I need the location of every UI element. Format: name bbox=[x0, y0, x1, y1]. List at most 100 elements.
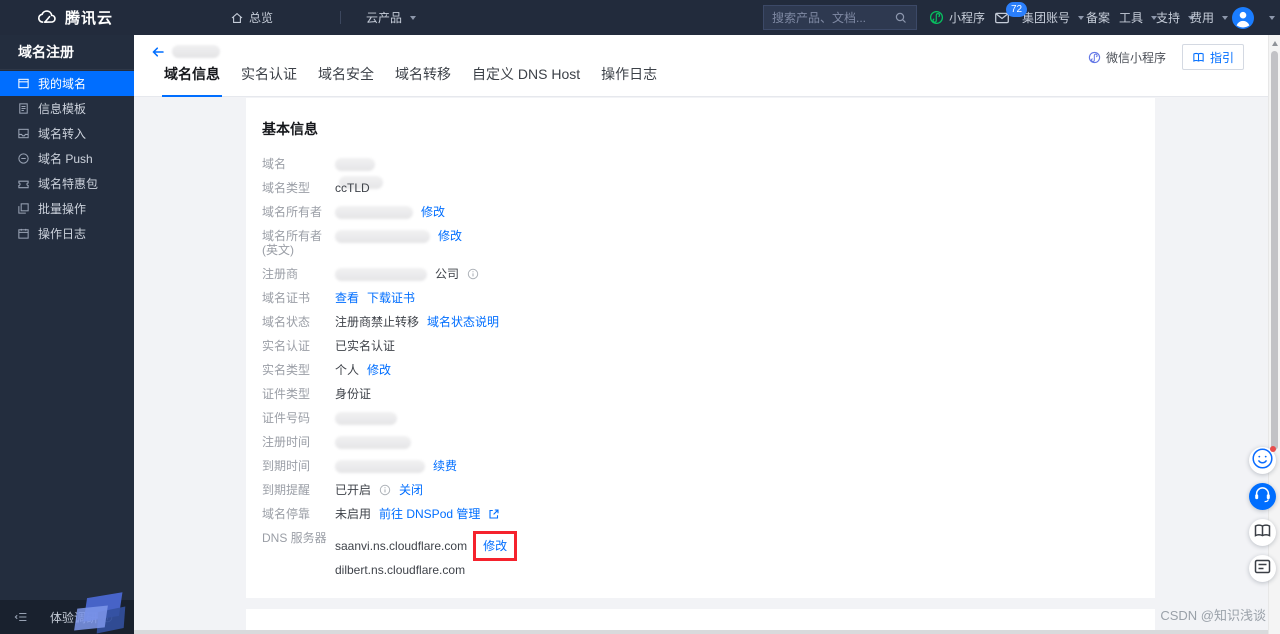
scroll-up-icon[interactable] bbox=[1271, 41, 1278, 46]
collapse-sidebar-icon[interactable] bbox=[14, 610, 28, 624]
action-link[interactable]: 修改 bbox=[483, 539, 507, 553]
sidebar-item-label: 域名 Push bbox=[38, 152, 93, 166]
action-link[interactable]: 下载证书 bbox=[367, 291, 415, 305]
row-label: 到期时间 bbox=[262, 459, 311, 473]
back-button[interactable] bbox=[150, 44, 166, 60]
csdn-watermark: CSDN @知识浅谈 bbox=[1160, 608, 1266, 623]
nav-overview[interactable]: 总览 bbox=[230, 0, 273, 35]
action-link[interactable]: 前往 DNSPod 管理 bbox=[379, 507, 480, 521]
nav-beian[interactable]: 备案 bbox=[1086, 0, 1110, 35]
row-value: 公司 bbox=[335, 267, 479, 281]
scroll-content: 基本信息 域名 域名类型 ccTLD 域名所有者 修改 域名所有者(英文) 修改 注册商 公司域… bbox=[134, 96, 1268, 634]
nav-tools[interactable]: 工具 bbox=[1119, 0, 1158, 35]
tab-0[interactable]: 域名信息 bbox=[162, 64, 222, 97]
redacted-value bbox=[335, 229, 430, 243]
docs-book-button[interactable] bbox=[1249, 519, 1276, 546]
tab-5[interactable]: 操作日志 bbox=[599, 64, 659, 97]
row-label: 注册时间 bbox=[262, 435, 311, 449]
page-header: 微信小程序 指引 域名信息 实名认证 域名安全 域名转移 自定义 DNS Host 操作日… bbox=[134, 35, 1280, 97]
action-link[interactable]: 修改 bbox=[421, 205, 445, 219]
wechat-mini-program-link[interactable]: 微信小程序 bbox=[1088, 49, 1166, 66]
guide-button[interactable]: 指引 bbox=[1181, 44, 1244, 70]
tab-4[interactable]: 自定义 DNS Host bbox=[470, 64, 582, 97]
tab-2[interactable]: 域名安全 bbox=[316, 64, 376, 97]
basic-info-card: 基本信息 域名 域名类型 ccTLD 域名所有者 修改 域名所有者(英文) 修改 注册商 公司域… bbox=[246, 98, 1155, 598]
row-value: 查看 下载证书 bbox=[335, 291, 415, 305]
nav-billing[interactable]: 费用 bbox=[1190, 0, 1229, 35]
sidebar-item-5[interactable]: 批量操作 bbox=[0, 196, 134, 221]
headset-icon bbox=[1249, 481, 1276, 513]
sidebar-item-1[interactable]: 信息模板 bbox=[0, 96, 134, 121]
book-icon bbox=[1249, 517, 1276, 549]
info-row: 到期提醒 已开启 关闭 bbox=[262, 478, 1131, 502]
transfer-in-icon bbox=[17, 127, 30, 140]
package-icon bbox=[17, 177, 30, 190]
sidebar-item-2[interactable]: 域名转入 bbox=[0, 121, 134, 146]
row-value bbox=[335, 157, 375, 171]
info-icon[interactable] bbox=[379, 484, 391, 496]
action-link[interactable]: 修改 bbox=[367, 363, 391, 377]
action-link[interactable]: 域名状态说明 bbox=[427, 315, 499, 329]
row-label: 域名证书 bbox=[262, 291, 311, 305]
chevron-down-icon bbox=[1269, 15, 1275, 20]
scrollbar-thumb[interactable] bbox=[1271, 51, 1278, 450]
action-link[interactable]: 关闭 bbox=[399, 483, 423, 497]
chevron-down-icon bbox=[1222, 15, 1229, 20]
customer-service-button[interactable] bbox=[1249, 483, 1276, 510]
sidebar-item-4[interactable]: 域名特惠包 bbox=[0, 171, 134, 196]
action-link[interactable]: 续费 bbox=[433, 459, 457, 473]
row-label: DNS 服务器 bbox=[262, 531, 327, 545]
survey-entry[interactable]: 体验调研 bbox=[50, 609, 98, 626]
guide-book-icon bbox=[1192, 51, 1205, 64]
list-icon bbox=[1249, 553, 1276, 585]
feedback-list-button[interactable] bbox=[1249, 555, 1276, 582]
info-row: 域名类型 ccTLD bbox=[262, 176, 1131, 200]
tencent-cloud-logo[interactable]: 腾讯云 bbox=[36, 0, 113, 35]
row-label: 实名认证 bbox=[262, 339, 311, 353]
nav-cloud-products[interactable]: 云产品 bbox=[366, 0, 417, 35]
nav-group-account-label: 集团账号 bbox=[1022, 11, 1071, 25]
tab-3[interactable]: 域名转移 bbox=[393, 64, 453, 97]
row-value: 修改 bbox=[335, 229, 462, 243]
survey-smiley-button[interactable] bbox=[1249, 446, 1276, 474]
info-row: 域名停靠 未启用 前往 DNSPod 管理 bbox=[262, 502, 1131, 526]
redacted-domain-name bbox=[172, 45, 220, 58]
nav-support-label: 支持 bbox=[1156, 11, 1181, 25]
sidebar-item-0[interactable]: 我的域名 bbox=[0, 71, 134, 96]
nav-beian-label: 备案 bbox=[1086, 11, 1111, 25]
value-text: 未启用 bbox=[335, 507, 372, 521]
nav-support[interactable]: 支持 bbox=[1156, 0, 1195, 35]
partially-redacted-value: ccTLD bbox=[335, 176, 383, 195]
info-icon bbox=[102, 612, 113, 623]
batch-icon bbox=[17, 202, 30, 215]
row-line bbox=[335, 435, 411, 449]
info-row: 域名状态 注册商禁止转移 域名状态说明 bbox=[262, 310, 1131, 334]
sidebar-item-3[interactable]: 域名 Push bbox=[0, 146, 134, 171]
info-row: 实名类型 个人 修改 bbox=[262, 358, 1131, 382]
top-navbar: 腾讯云 总览 云产品 搜索产品、文档... 小程序 72 集团账号 备案 工具 bbox=[0, 0, 1280, 35]
nav-cloud-products-label: 云产品 bbox=[366, 11, 403, 25]
user-avatar[interactable] bbox=[1232, 0, 1275, 35]
mini-program-icon bbox=[929, 10, 944, 25]
row-line bbox=[335, 157, 375, 171]
tab-1[interactable]: 实名认证 bbox=[239, 64, 299, 97]
search-input[interactable]: 搜索产品、文档... bbox=[763, 5, 917, 30]
search-icon[interactable] bbox=[894, 11, 908, 25]
nav-overview-label: 总览 bbox=[249, 11, 274, 25]
sidebar: 域名注册 我的域名 信息模板 域名转入 域名 Push 域名特惠包 批量操作 操作日志 体验… bbox=[0, 35, 134, 634]
sidebar-item-label: 信息模板 bbox=[38, 102, 87, 116]
tab-bar: 域名信息 实名认证 域名安全 域名转移 自定义 DNS Host 操作日志 bbox=[162, 64, 659, 97]
info-icon[interactable] bbox=[467, 268, 479, 280]
sidebar-item-label: 操作日志 bbox=[38, 227, 87, 241]
info-row: 域名证书 查看 下载证书 bbox=[262, 286, 1131, 310]
action-link[interactable]: 修改 bbox=[438, 229, 462, 243]
unread-dot bbox=[1270, 446, 1276, 452]
nav-mini-program[interactable]: 小程序 bbox=[929, 0, 985, 35]
sidebar-item-6[interactable]: 操作日志 bbox=[0, 221, 134, 246]
nav-group-account[interactable]: 集团账号 bbox=[1022, 0, 1085, 35]
external-link-icon[interactable] bbox=[488, 508, 500, 520]
row-line: saanvi.ns.cloudflare.com 修改 bbox=[335, 531, 518, 561]
my-domains-icon bbox=[17, 77, 30, 90]
action-link[interactable]: 查看 bbox=[335, 291, 359, 305]
value-text: saanvi.ns.cloudflare.com bbox=[335, 539, 468, 553]
